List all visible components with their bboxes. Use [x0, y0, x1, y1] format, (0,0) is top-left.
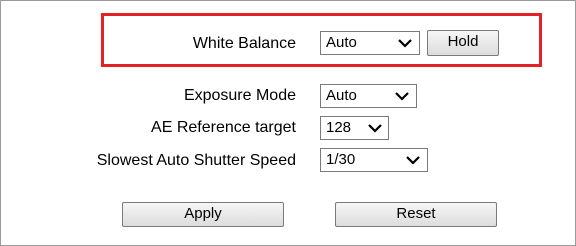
ae-reference-target-select[interactable]: 128 — [320, 116, 389, 140]
chevron-down-icon — [398, 39, 412, 48]
white-balance-label: White Balance — [192, 35, 296, 52]
chevron-down-icon — [406, 156, 420, 165]
ae-reference-target-value: 128 — [326, 119, 352, 136]
ae-reference-target-label: AE Reference target — [151, 119, 296, 136]
white-balance-select[interactable]: Auto — [320, 31, 420, 55]
slowest-auto-shutter-speed-select[interactable]: 1/30 — [320, 148, 428, 172]
slowest-auto-shutter-speed-label: Slowest Auto Shutter Speed — [96, 152, 296, 169]
camera-settings-panel: White Balance Auto Hold Exposure Mode Au… — [0, 0, 576, 246]
chevron-down-icon — [395, 92, 409, 101]
white-balance-value: Auto — [326, 34, 357, 51]
chevron-down-icon — [368, 124, 382, 133]
slowest-auto-shutter-speed-value: 1/30 — [326, 151, 356, 168]
exposure-mode-label: Exposure Mode — [183, 87, 296, 104]
exposure-mode-value: Auto — [326, 87, 357, 104]
apply-button[interactable]: Apply — [122, 202, 284, 227]
hold-button[interactable]: Hold — [427, 30, 499, 56]
exposure-mode-select[interactable]: Auto — [320, 84, 417, 108]
reset-button[interactable]: Reset — [335, 202, 497, 227]
